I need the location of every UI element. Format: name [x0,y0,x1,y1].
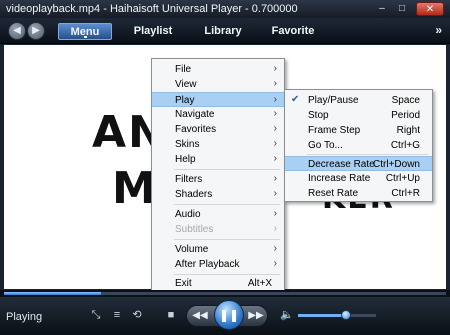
tab-menu[interactable]: Menu [58,23,112,40]
menu-item-frame-step[interactable]: Frame Step Right [285,123,432,138]
shrink-icon[interactable]: ⤡ [89,308,103,322]
tab-library[interactable]: Library [198,23,248,40]
seek-progress [4,292,102,295]
stop-icon[interactable]: ■ [164,308,178,322]
submenu-arrow-icon: › [273,123,277,134]
menu-item-go-to[interactable]: Go To... Ctrl+G [285,138,432,153]
menu-separator [174,169,280,170]
main-context-menu: File › View › Play › Navigate › Favorites › S… [151,58,285,291]
menu-item-play[interactable]: Play › [152,92,284,107]
menu-item-subtitles: Subtitles › [175,223,277,235]
play-submenu: ✔ Play/Pause Space Stop Period Frame Step Ri… [284,89,433,202]
menu-item-volume[interactable]: Volume › [152,242,284,257]
repeat-icon[interactable]: ⟲ [130,308,144,322]
menu-item-play-pause[interactable]: ✔ Play/Pause Space [285,93,432,108]
close-icon[interactable]: ✕ [416,2,444,16]
tab-playlist[interactable]: Playlist [128,23,178,40]
menu-item-file[interactable]: File › [152,62,284,77]
submenu-arrow-icon: › [273,188,277,199]
playlist-icon[interactable]: ≡ [110,308,124,322]
menu-separator [174,239,280,240]
menu-separator [307,154,428,155]
menu-separator [174,274,280,275]
rewind-icon[interactable]: ◀◀ [191,307,209,325]
submenu-arrow-icon: › [273,108,277,119]
pause-button[interactable]: ❚❚ [214,300,244,330]
menu-item-filters[interactable]: Filters › [152,172,284,187]
submenu-arrow-icon: › [273,138,277,149]
volume-slider[interactable] [298,310,376,320]
menu-item-favorites[interactable]: Favorites › [152,122,284,137]
expand-icon[interactable]: » [435,23,442,37]
menu-item-view[interactable]: View › [152,77,284,92]
menu-separator [174,204,280,205]
menu-item-decrease-rate[interactable]: Decrease Rate Ctrl+Down [285,156,432,171]
fast-forward-icon[interactable]: ▶▶ [247,307,265,325]
forward-arrow-icon[interactable]: ▶ [27,22,45,40]
menu-item-skins[interactable]: Skins › [152,137,284,152]
menu-item-increase-rate[interactable]: Increase Rate Ctrl+Up [285,171,432,186]
back-arrow-icon[interactable]: ◀ [8,22,26,40]
menu-item-help[interactable]: Help › [152,152,284,167]
tab-favorite[interactable]: Favorite [268,23,318,40]
minimize-icon[interactable]: – [375,2,389,16]
submenu-arrow-icon: › [273,78,277,89]
maximize-icon[interactable]: □ [395,2,409,16]
menu-item-stop[interactable]: Stop Period [285,108,432,123]
volume-fill [298,314,347,317]
submenu-arrow-icon: › [273,243,277,254]
menu-item-reset-rate[interactable]: Reset Rate Ctrl+R [285,186,432,201]
submenu-arrow-icon: › [273,258,277,269]
title-bar: videoplayback.mp4 - Haihaisoft Universal… [0,0,450,18]
submenu-arrow-icon: › [273,153,277,164]
submenu-arrow-icon: › [273,208,277,219]
menu-item-after-playback[interactable]: After Playback › [152,257,284,272]
submenu-arrow-icon: › [273,173,277,184]
window-title: videoplayback.mp4 - Haihaisoft Universal… [6,3,298,15]
control-bar: Playing ⤡ ≡ ⟲ ■ ◀◀ ❚❚ ▶▶ 🔈 [0,297,450,335]
menu-bar: ◀ ▶ Menu Playlist Library Favorite » [0,18,450,44]
menu-item-audio[interactable]: Audio › [152,207,284,222]
volume-knob[interactable] [341,310,352,320]
submenu-arrow-icon: › [273,223,277,234]
submenu-arrow-icon: › [273,94,277,105]
seek-bar[interactable] [0,290,450,297]
menu-item-exit[interactable]: Exit Alt+X [152,276,284,291]
check-icon: ✔ [291,94,300,105]
playback-status: Playing [6,311,43,323]
menu-item-shaders[interactable]: Shaders › [152,187,284,202]
volume-icon[interactable]: 🔈 [280,308,294,322]
menu-item-navigate[interactable]: Navigate › [152,107,284,122]
submenu-arrow-icon: › [273,63,277,74]
